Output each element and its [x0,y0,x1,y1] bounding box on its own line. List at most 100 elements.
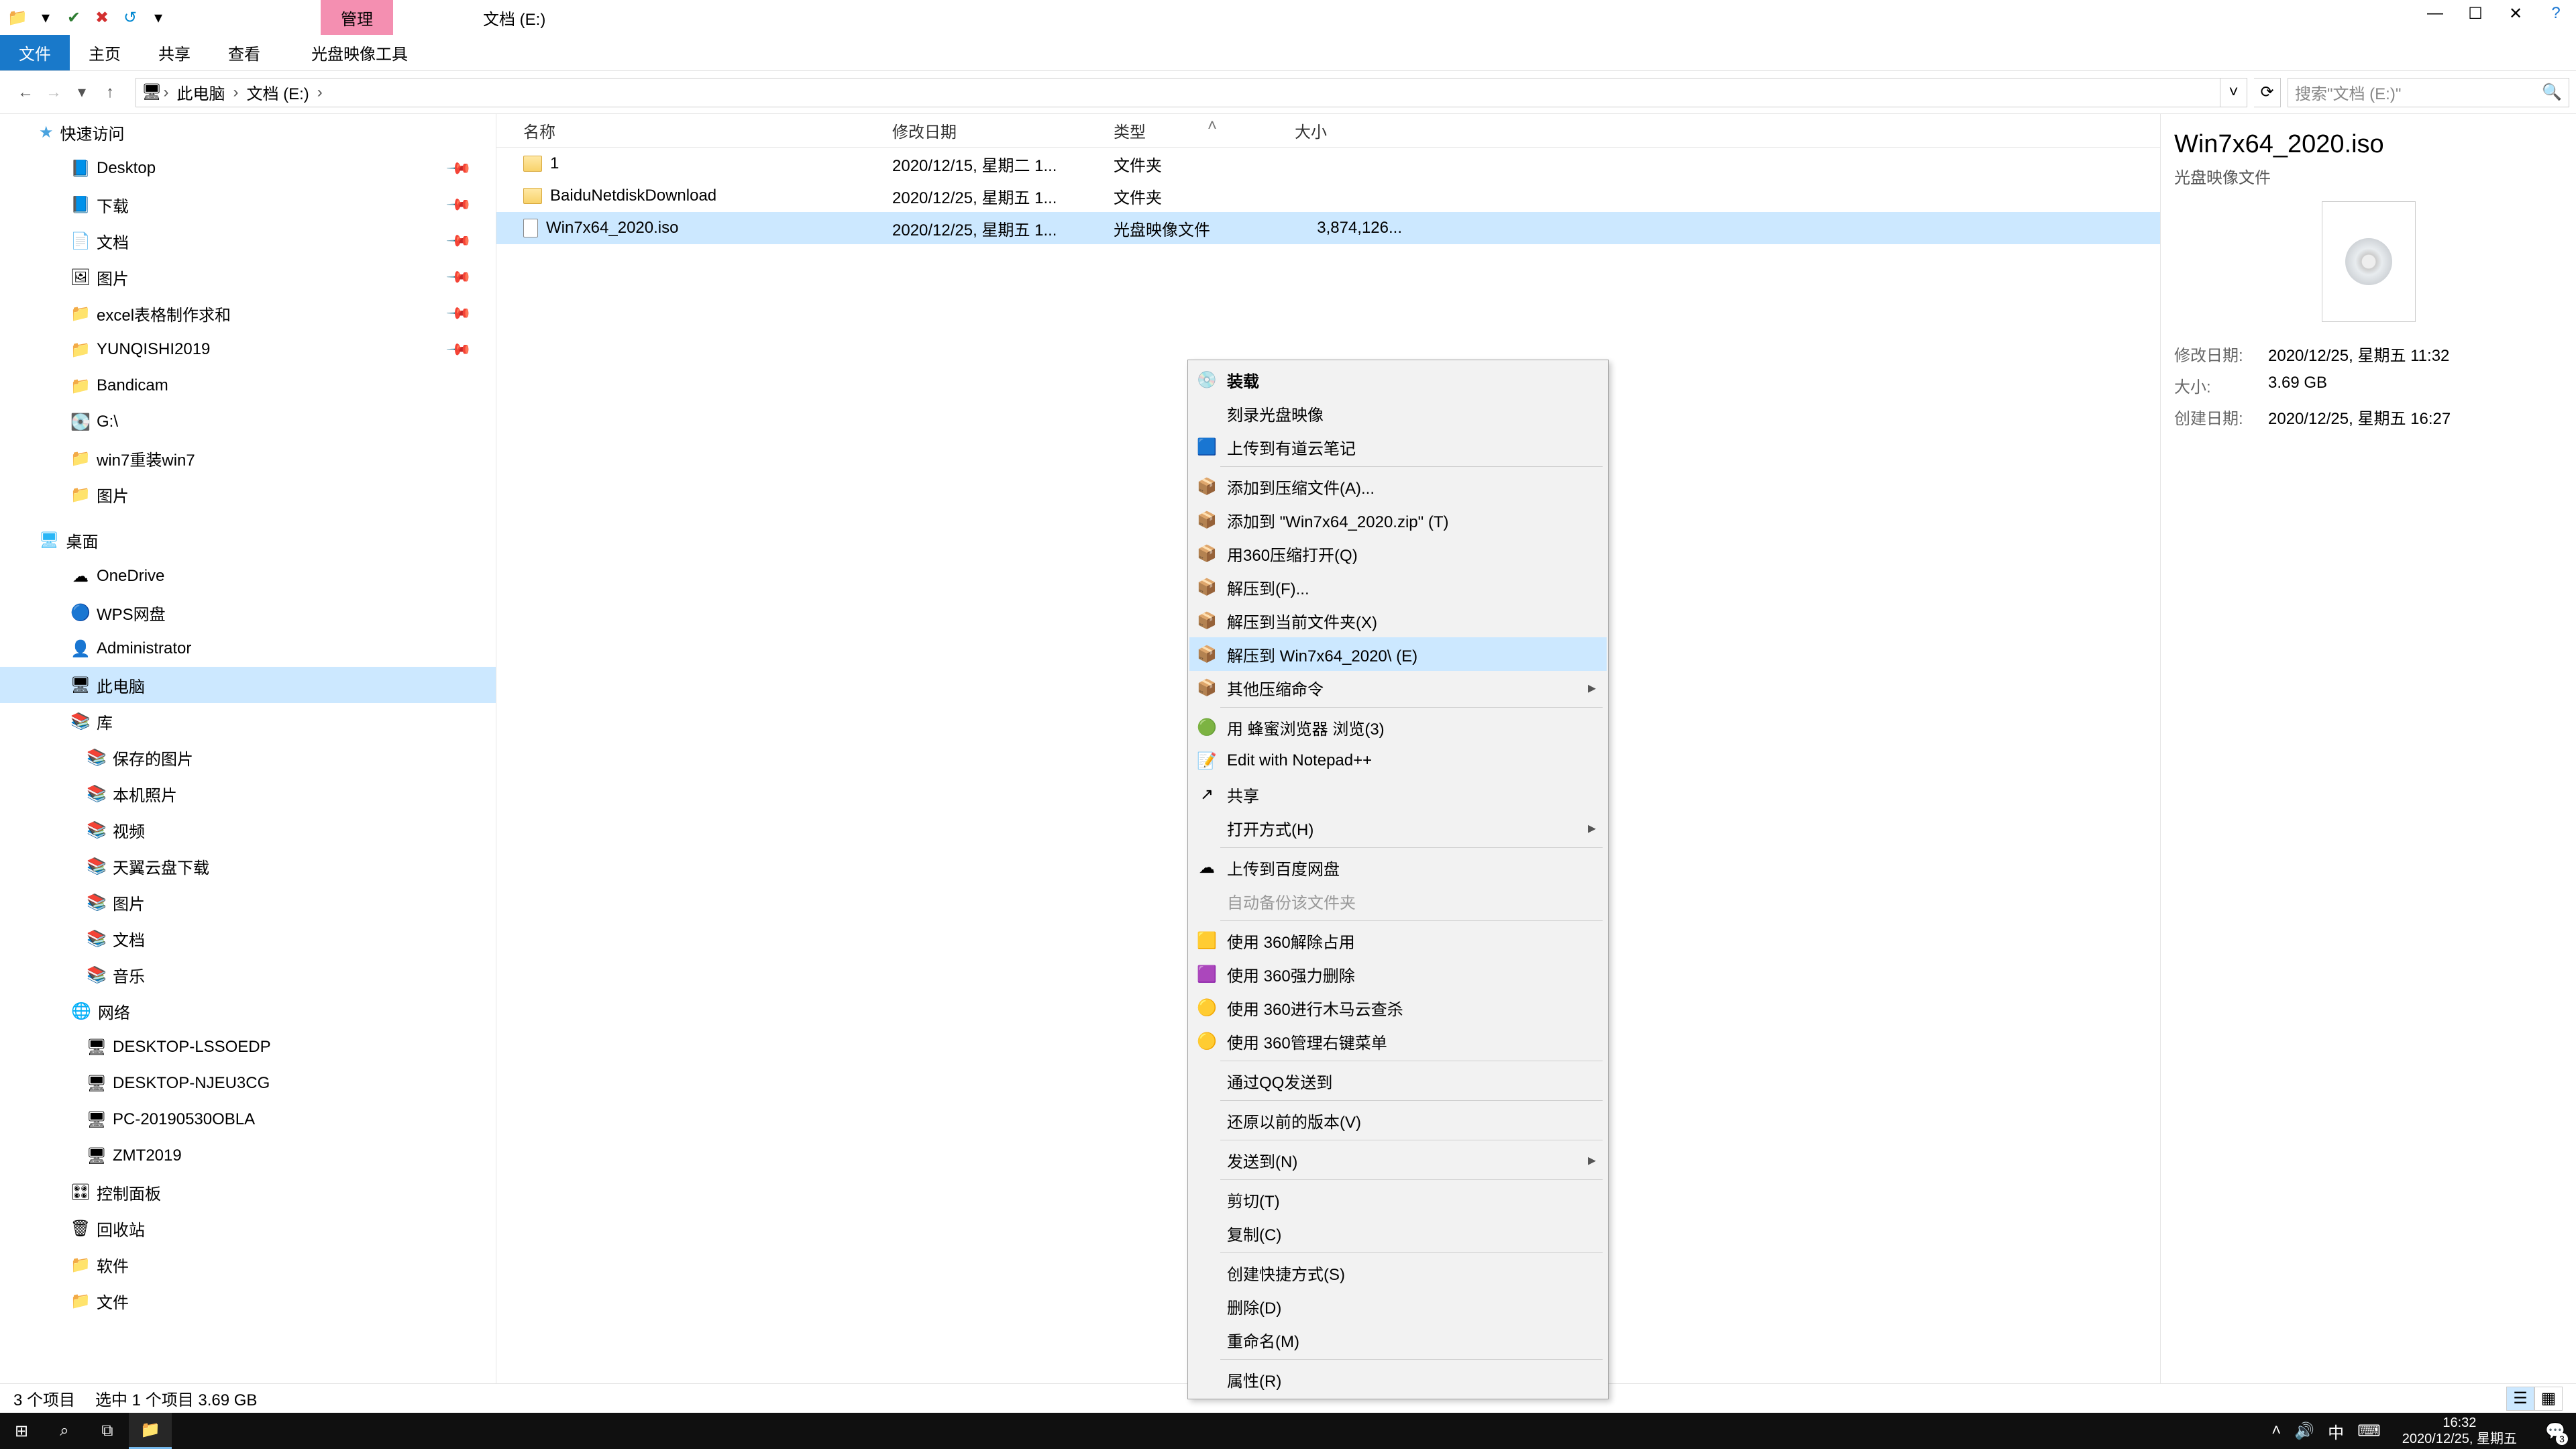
sidebar-item[interactable]: 🖥DESKTOP-LSSOEDP [0,1029,496,1065]
sidebar-item[interactable]: 🖥ZMT2019 [0,1138,496,1174]
sidebar-item[interactable]: 📄文档📌 [0,223,496,259]
col-type[interactable]: 类型 [1100,119,1281,142]
search-icon[interactable]: 🔍 [2542,83,2562,102]
desktop-root[interactable]: 🖥 桌面 [0,522,496,558]
forward-button[interactable]: → [42,80,66,105]
context-menu-item[interactable]: 删除(D) [1189,1289,1607,1323]
help-button[interactable]: ? [2536,0,2576,27]
context-menu-item[interactable]: 创建快捷方式(S) [1189,1256,1607,1289]
address-dropdown[interactable]: ˅ [2220,78,2247,107]
context-menu-item[interactable]: 📦其他压缩命令▸ [1189,671,1607,704]
tab-view[interactable]: 查看 [209,35,279,70]
sidebar-item[interactable]: 🔵WPS网盘 [0,594,496,631]
tab-file[interactable]: 文件 [0,35,70,70]
chevron-right-icon[interactable]: › [231,83,239,102]
sidebar-item[interactable]: 📘Desktop📌 [0,150,496,186]
sidebar-item[interactable]: 📚文档 [0,920,496,957]
context-menu-item[interactable]: 🟪使用 360强力删除 [1189,957,1607,991]
file-row[interactable]: 12020/12/15, 星期二 1...文件夹 [496,148,2160,180]
recent-dropdown[interactable]: ▾ [70,80,94,105]
sidebar-item[interactable]: 👤Administrator [0,631,496,667]
sidebar-item[interactable]: 🖼图片📌 [0,259,496,295]
sidebar-item[interactable]: 📚保存的图片 [0,739,496,775]
crumb-pc[interactable]: 此电脑 [170,78,231,107]
qat-restore-icon[interactable]: ↺ [118,5,142,30]
ime-indicator[interactable]: 中 [2328,1419,2344,1443]
sidebar-item[interactable]: 📁Bandicam [0,368,496,404]
back-button[interactable]: ← [13,80,38,105]
context-menu-item[interactable]: 通过QQ发送到 [1189,1064,1607,1097]
sidebar-item[interactable]: 📁YUNQISHI2019📌 [0,331,496,368]
sidebar-item[interactable]: 🖥DESKTOP-NJEU3CG [0,1065,496,1102]
explorer-taskbar-button[interactable]: 📁 [129,1413,172,1449]
sidebar-item[interactable]: 📚音乐 [0,957,496,993]
sidebar-item[interactable]: 📚本机照片 [0,775,496,812]
context-menu-item[interactable]: 刻录光盘映像 [1189,396,1607,430]
context-menu-item[interactable]: 📦用360压缩打开(Q) [1189,537,1607,570]
tab-disc-tools[interactable]: 光盘映像工具 [292,35,427,70]
tab-home[interactable]: 主页 [70,35,140,70]
sidebar-item[interactable]: 📚库 [0,703,496,739]
sidebar-item[interactable]: ☁OneDrive [0,558,496,594]
sidebar-item[interactable]: 📚视频 [0,812,496,848]
qat-close-icon[interactable]: ✖ [90,5,114,30]
context-menu-item[interactable]: 📦解压到当前文件夹(X) [1189,604,1607,637]
context-menu-item[interactable]: 📝Edit with Notepad++ [1189,744,1607,777]
volume-icon[interactable]: 🔊 [2294,1421,2314,1441]
context-menu-item[interactable]: 复制(C) [1189,1216,1607,1250]
file-row[interactable]: BaiduNetdiskDownload2020/12/25, 星期五 1...… [496,180,2160,212]
sidebar-item[interactable]: 🗑回收站 [0,1210,496,1246]
chevron-right-icon[interactable]: › [162,83,170,102]
ime-icon[interactable]: ⌨ [2357,1421,2381,1441]
up-button[interactable]: ↑ [98,80,122,105]
context-menu-item[interactable]: 🟡使用 360管理右键菜单 [1189,1024,1607,1058]
sidebar-item[interactable]: 📁win7重装win7 [0,440,496,476]
qat-check-icon[interactable]: ✔ [62,5,86,30]
search-input[interactable]: 搜索"文档 (E:)" 🔍 [2288,78,2569,107]
context-menu-item[interactable]: 重命名(M) [1189,1323,1607,1356]
sidebar-item[interactable]: 🎛控制面板 [0,1174,496,1210]
context-menu-item[interactable]: ↗共享 [1189,777,1607,811]
search-button[interactable]: ⌕ [43,1413,86,1449]
maximize-button[interactable]: ☐ [2455,0,2496,27]
sidebar-item[interactable]: 📚天翼云盘下载 [0,848,496,884]
context-menu-item[interactable]: 💿装载 [1189,363,1607,396]
sidebar-item[interactable]: 💽G:\ [0,404,496,440]
clock[interactable]: 16:32 2020/12/25, 星期五 [2394,1415,2525,1447]
task-view-button[interactable]: ⧉ [86,1413,129,1449]
minimize-button[interactable]: — [2415,0,2455,27]
network-root[interactable]: 🌐 网络 [0,993,496,1029]
context-menu-item[interactable]: 发送到(N)▸ [1189,1143,1607,1177]
sidebar-item[interactable]: 📘下载📌 [0,186,496,223]
sidebar-item[interactable]: 📚图片 [0,884,496,920]
col-name[interactable]: 名称 [496,119,879,142]
context-menu-item[interactable]: 🟡使用 360进行木马云查杀 [1189,991,1607,1024]
context-menu-item[interactable]: 还原以前的版本(V) [1189,1104,1607,1137]
context-menu-item[interactable]: 属性(R) [1189,1362,1607,1396]
refresh-button[interactable]: ⟳ [2254,78,2281,107]
context-menu-item[interactable]: 📦添加到压缩文件(A)... [1189,470,1607,503]
quick-access-root[interactable]: ★ 快速访问 [0,114,496,150]
context-menu-item[interactable]: 📦解压到(F)... [1189,570,1607,604]
details-view-button[interactable]: ☰ [2506,1387,2534,1411]
context-menu-item[interactable]: 🟦上传到有道云笔记 [1189,430,1607,464]
file-row[interactable]: Win7x64_2020.iso2020/12/25, 星期五 1...光盘映像… [496,212,2160,244]
context-menu-item[interactable]: 📦解压到 Win7x64_2020\ (E) [1189,637,1607,671]
crumb-drive[interactable]: 文档 (E:) [239,78,315,107]
context-menu-item[interactable]: 剪切(T) [1189,1183,1607,1216]
tiles-view-button[interactable]: ▦ [2534,1387,2563,1411]
sidebar-item[interactable]: 🖥此电脑 [0,667,496,703]
start-button[interactable]: ⊞ [0,1413,43,1449]
qat-down-icon[interactable]: ▾ [34,5,58,30]
sidebar-item[interactable]: 📁图片 [0,476,496,513]
context-menu-item[interactable]: 🟨使用 360解除占用 [1189,924,1607,957]
col-date[interactable]: 修改日期 [879,119,1100,142]
chevron-right-icon[interactable]: › [316,83,324,102]
sidebar-item[interactable]: 📁文件 [0,1283,496,1319]
context-menu-item[interactable]: ☁上传到百度网盘 [1189,851,1607,884]
tab-share[interactable]: 共享 [140,35,209,70]
notifications-button[interactable]: 💬3 [2538,1413,2572,1449]
context-menu-item[interactable]: 打开方式(H)▸ [1189,811,1607,845]
tray-chevron-icon[interactable]: ˄ [2271,1421,2281,1440]
sidebar-item[interactable]: 📁excel表格制作求和📌 [0,295,496,331]
